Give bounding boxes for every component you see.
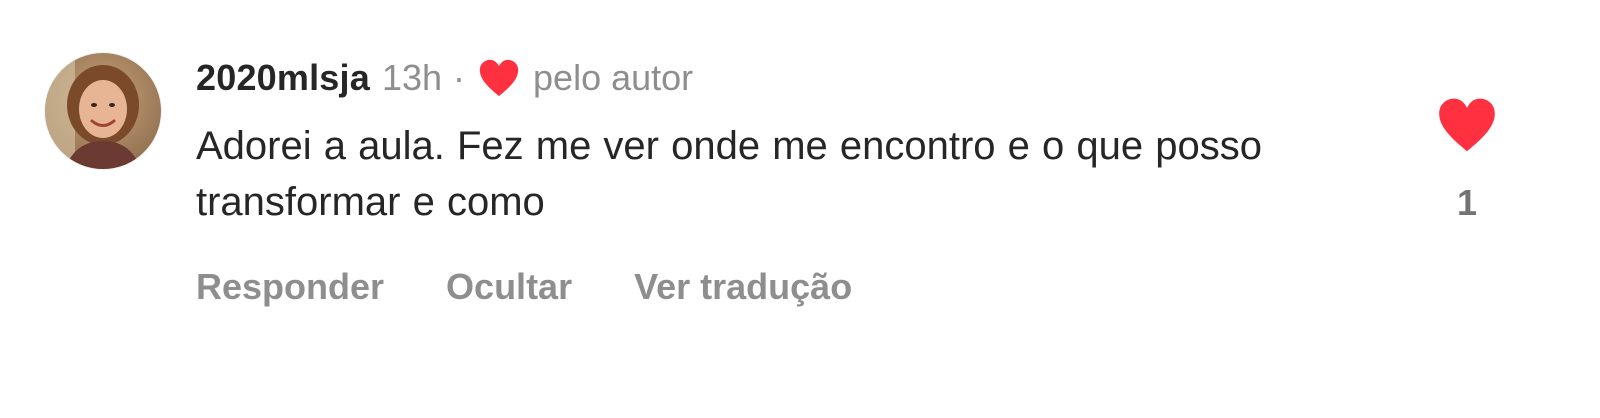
reply-button[interactable]: Responder [196, 266, 384, 308]
avatar[interactable] [45, 53, 161, 169]
user-avatar-photo-icon [45, 53, 161, 169]
username[interactable]: 2020mlsja [196, 57, 370, 99]
comment-time: 13h [381, 57, 443, 98]
comment-actions: Responder Ocultar Ver tradução [196, 266, 914, 308]
separator: · [453, 57, 466, 98]
hide-button[interactable]: Ocultar [446, 266, 572, 308]
see-translation-button[interactable]: Ver tradução [634, 266, 852, 308]
comment-item: 2020mlsja 13h · pelo autor Adorei a aula… [0, 0, 1600, 418]
comment-text: Adorei a aula. Fez me ver onde me encont… [196, 124, 1262, 224]
liked-by-author-label: pelo autor [533, 57, 694, 98]
comment-body: 2020mlsja 13h · pelo autor Adorei a aula… [196, 52, 1376, 230]
heart-icon [479, 59, 519, 97]
like-count: 1 [1456, 182, 1478, 223]
like-column: 1 [1425, 96, 1509, 224]
like-heart-icon[interactable] [1435, 96, 1499, 154]
comment-meta: 2020mlsja 13h · pelo autor [196, 52, 1376, 104]
